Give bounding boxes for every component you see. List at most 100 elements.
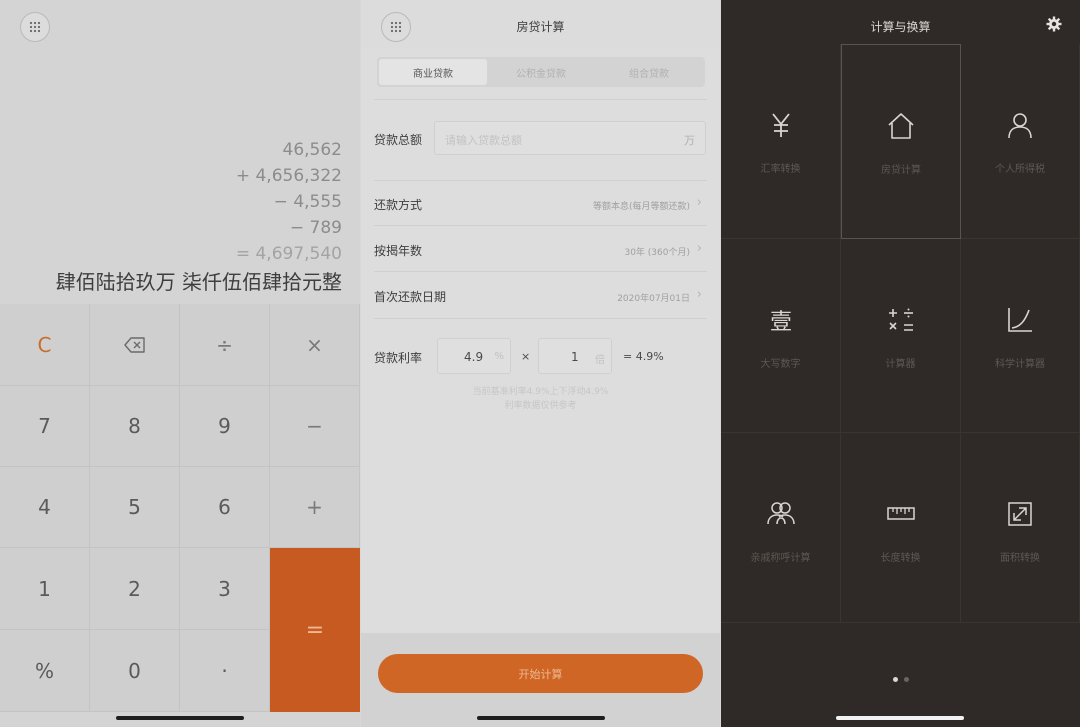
loan-total-unit: 万 bbox=[684, 134, 695, 147]
digit-3-button[interactable]: 3 bbox=[180, 548, 270, 630]
page-title: 房贷计算 bbox=[516, 20, 565, 34]
page-title: 计算与换算 bbox=[870, 20, 931, 34]
tool-label: 亲戚称呼计算 bbox=[750, 553, 811, 564]
chevron-right-icon: › bbox=[696, 195, 702, 210]
home-indicator bbox=[116, 716, 244, 720]
expression-line: + 4,656,322 bbox=[235, 166, 342, 186]
house-icon bbox=[888, 113, 914, 139]
base-rate-value: 4.9 bbox=[464, 350, 484, 364]
digit-9-button[interactable]: 9 bbox=[180, 386, 270, 467]
yen-icon bbox=[771, 113, 790, 137]
digit-6-button[interactable]: 6 bbox=[180, 467, 270, 548]
tab-combined-loan[interactable]: 组合贷款 bbox=[595, 59, 703, 85]
times-sign: × bbox=[521, 350, 531, 363]
chevron-right-icon: › bbox=[696, 241, 702, 256]
backspace-button[interactable] bbox=[90, 304, 180, 386]
backspace-icon bbox=[123, 336, 145, 353]
page-dot-active[interactable] bbox=[892, 677, 898, 682]
divider bbox=[374, 318, 707, 319]
digit-8-button[interactable]: 8 bbox=[90, 386, 180, 467]
chevron-right-icon: › bbox=[696, 287, 702, 302]
tool-exchange-rate[interactable]: 汇率转换 bbox=[721, 44, 841, 239]
loan-years-label: 按揭年数 bbox=[374, 244, 423, 258]
tool-area-conversion[interactable]: 面积转换 bbox=[961, 433, 1080, 623]
tool-calculator[interactable]: 计算器 bbox=[841, 239, 961, 433]
digit-4-button[interactable]: 4 bbox=[0, 467, 90, 548]
keypad: C ÷ × 7 8 9 − 4 5 6 + 1 2 3 % 0 · = bbox=[0, 304, 360, 712]
digit-0-button[interactable]: 0 bbox=[90, 630, 180, 712]
page-dot[interactable] bbox=[903, 677, 909, 682]
plus-button[interactable]: + bbox=[270, 467, 360, 548]
digit-5-button[interactable]: 5 bbox=[90, 467, 180, 548]
grid-icon bbox=[29, 21, 41, 33]
mortgage-screen: 房贷计算 商业贷款 公积金贷款 组合贷款 贷款总额 请输入贷款总额 万 还款方式… bbox=[361, 0, 720, 727]
tool-label: 个人所得税 bbox=[995, 164, 1045, 175]
rate-multiple-unit: 倍 bbox=[595, 355, 605, 366]
loan-rate-label: 贷款利率 bbox=[374, 351, 423, 365]
divider bbox=[374, 225, 707, 226]
home-indicator bbox=[477, 716, 605, 720]
repay-method-label: 还款方式 bbox=[374, 198, 423, 212]
loan-type-tabs: 商业贷款 公积金贷款 组合贷款 bbox=[377, 57, 705, 87]
rate-multiple-input[interactable]: 1 倍 bbox=[538, 338, 612, 374]
first-repay-date-label: 首次还款日期 bbox=[374, 290, 447, 304]
percent-button[interactable]: % bbox=[0, 630, 90, 712]
tool-relative-title[interactable]: 亲戚称呼计算 bbox=[721, 433, 841, 623]
rate-note: 当前基准利率4.9%上下浮动4.9% bbox=[472, 387, 609, 397]
svg-text:壹: 壹 bbox=[769, 310, 791, 335]
expression-line: 46,562 bbox=[282, 140, 342, 160]
result-value: = 4,697,540 bbox=[235, 244, 342, 264]
loan-total-input[interactable]: 请输入贷款总额 万 bbox=[434, 121, 706, 155]
tools-screen: 计算与换算 汇率转换 房贷计算 个人所得税 壹 大写数字 计算器 科学计算器 亲… bbox=[721, 0, 1080, 727]
multiply-button[interactable]: × bbox=[270, 304, 360, 386]
tool-label: 房贷计算 bbox=[881, 165, 921, 176]
divide-button[interactable]: ÷ bbox=[180, 304, 270, 386]
capital-number-icon: 壹 bbox=[769, 310, 791, 335]
divider bbox=[374, 271, 707, 272]
loan-total-placeholder: 请输入贷款总额 bbox=[445, 134, 522, 147]
rate-result: = 4.9% bbox=[623, 350, 664, 363]
tab-commercial-loan[interactable]: 商业贷款 bbox=[379, 59, 487, 85]
tool-label: 计算器 bbox=[885, 359, 916, 370]
expression-line: − 789 bbox=[289, 218, 342, 238]
area-icon bbox=[1008, 502, 1032, 526]
decimal-point-button[interactable]: · bbox=[180, 630, 270, 712]
calculator-screen: 46,562 + 4,656,322 − 4,555 − 789 = 4,697… bbox=[0, 0, 360, 727]
tool-scientific-calculator[interactable]: 科学计算器 bbox=[961, 239, 1080, 433]
tool-label: 长度转换 bbox=[880, 553, 921, 564]
loan-total-label: 贷款总额 bbox=[374, 133, 423, 147]
tool-label: 汇率转换 bbox=[760, 164, 801, 175]
rate-multiple-value: 1 bbox=[571, 350, 579, 364]
repay-method-value: 等额本息(每月等额还款) bbox=[592, 202, 690, 212]
tool-capital-number[interactable]: 壹 大写数字 bbox=[721, 239, 841, 433]
tool-label: 大写数字 bbox=[760, 359, 801, 370]
ruler-icon bbox=[886, 507, 915, 520]
tool-label: 面积转换 bbox=[1000, 553, 1040, 564]
calculator-icon bbox=[888, 308, 913, 331]
first-repay-date-value: 2020年07月01日 bbox=[617, 294, 690, 304]
tool-label: 科学计算器 bbox=[995, 359, 1045, 370]
tool-length-conversion[interactable]: 长度转换 bbox=[841, 433, 961, 623]
person-icon bbox=[1008, 113, 1032, 139]
base-rate-input[interactable]: 4.9 % bbox=[437, 338, 511, 374]
curve-icon bbox=[1008, 308, 1032, 332]
tool-mortgage[interactable]: 房贷计算 bbox=[841, 44, 961, 239]
home-indicator bbox=[836, 716, 964, 720]
people-icon bbox=[766, 502, 795, 525]
menu-button[interactable] bbox=[20, 12, 50, 42]
base-rate-unit: % bbox=[494, 351, 504, 362]
tool-income-tax[interactable]: 个人所得税 bbox=[961, 44, 1080, 239]
minus-button[interactable]: − bbox=[270, 386, 360, 467]
result-in-words: 肆佰陆拾玖万 柒仟伍佰肆拾元整 bbox=[55, 270, 342, 294]
clear-button[interactable]: C bbox=[0, 304, 90, 386]
page-indicator bbox=[721, 677, 1080, 682]
digit-2-button[interactable]: 2 bbox=[90, 548, 180, 630]
rate-note: 利率数据仅供参考 bbox=[504, 401, 577, 411]
start-calculation-button[interactable]: 开始计算 bbox=[378, 654, 703, 693]
tab-provident-fund-loan[interactable]: 公积金贷款 bbox=[487, 59, 595, 85]
loan-years-value: 30年 (360个月) bbox=[624, 248, 690, 258]
gear-icon[interactable] bbox=[1046, 16, 1062, 32]
digit-7-button[interactable]: 7 bbox=[0, 386, 90, 467]
equals-button[interactable]: = bbox=[270, 548, 360, 712]
digit-1-button[interactable]: 1 bbox=[0, 548, 90, 630]
